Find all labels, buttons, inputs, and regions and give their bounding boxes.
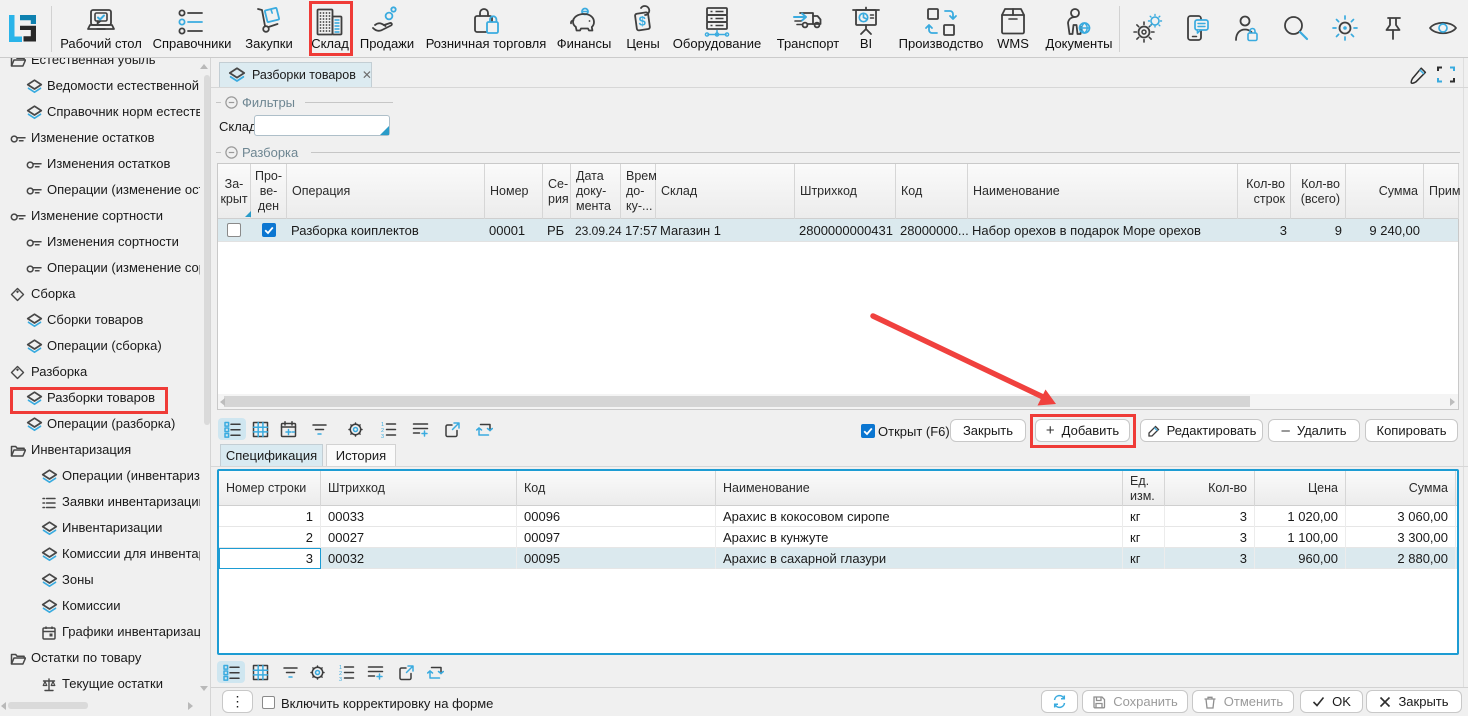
svg-text:3: 3 (381, 434, 384, 438)
svg-text:3: 3 (339, 677, 342, 681)
svg-text:$: $ (639, 14, 647, 29)
